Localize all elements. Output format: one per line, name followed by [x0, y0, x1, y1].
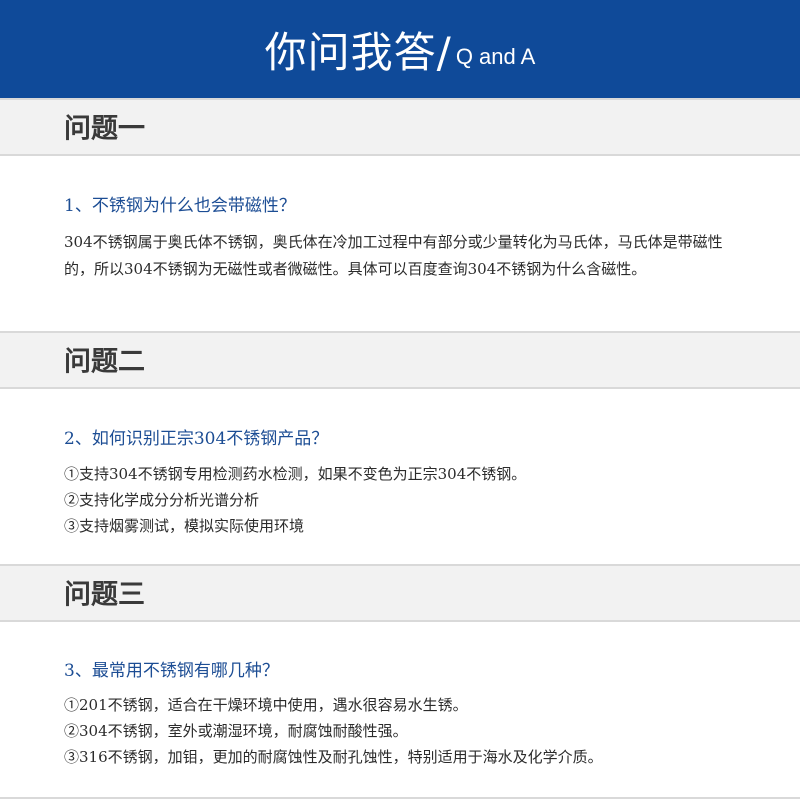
header-title-en: Q and A: [455, 44, 536, 69]
answer-line: ②支持化学成分分析光谱分析: [64, 491, 260, 509]
question-text: 2、如何识别正宗304不锈钢产品？: [64, 429, 329, 449]
answer-line: ③支持烟雾测试，模拟实际使用环境: [64, 517, 305, 535]
header-title-cn: 你问我答/: [264, 27, 452, 77]
answer-line: ①支持304不锈钢专用检测药水检测，如果不变色为正宗304不锈钢。: [64, 465, 527, 483]
section-2-question: 2、如何识别正宗304不锈钢产品？: [64, 424, 744, 449]
question-text: 1、不锈钢为什么也会带磁性？: [64, 196, 296, 216]
page-header: 你问我答/ Q and A: [0, 0, 800, 98]
section-3-question: 3、最常用不锈钢有哪几种？: [64, 656, 744, 681]
section-1-heading-bar: 问题一: [0, 98, 800, 156]
section-2-answer: ①支持304不锈钢专用检测药水检测，如果不变色为正宗304不锈钢。 ②支持化学成…: [64, 461, 744, 539]
bottom-divider: [0, 797, 800, 799]
section-3-heading-bar: 问题三: [0, 564, 800, 622]
question-text: 3、最常用不锈钢有哪几种？: [64, 661, 279, 681]
answer-line: ②304不锈钢，室外或潮湿环境，耐腐蚀耐酸性强。: [64, 722, 408, 740]
section-2-heading: 问题二: [64, 346, 145, 378]
section-1-answer: 304不锈钢属于奥氏体不锈钢，奥氏体在冷加工过程中有部分或少量转化为马氏体，马氏…: [64, 229, 744, 283]
answer-line: ③316不锈钢，加钼，更加的耐腐蚀性及耐孔蚀性，特别适用于海水及化学介质。: [64, 748, 603, 766]
section-3-answer: ①201不锈钢，适合在干燥环境中使用，遇水很容易水生锈。 ②304不锈钢，室外或…: [64, 692, 744, 770]
section-2-heading-bar: 问题二: [0, 331, 800, 389]
answer-line: ①201不锈钢，适合在干燥环境中使用，遇水很容易水生锈。: [64, 696, 468, 714]
section-3-heading: 问题三: [64, 579, 145, 611]
answer-text: 304不锈钢属于奥氏体不锈钢，奥氏体在冷加工过程中有部分或少量转化为马氏体，马氏…: [64, 233, 723, 278]
section-1-question: 1、不锈钢为什么也会带磁性？: [64, 191, 744, 216]
section-1-heading: 问题一: [64, 113, 145, 145]
